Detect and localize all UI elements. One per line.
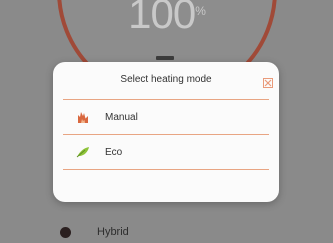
mode-option-manual[interactable]: Manual [63, 100, 269, 134]
radio-dot-icon [60, 226, 71, 238]
leaf-icon [75, 145, 91, 159]
app-screen: 100% Hybrid Select heating mode Manual E… [0, 0, 333, 243]
background-mode-option-hybrid: Hybrid [60, 226, 129, 238]
background-option-label: Hybrid [97, 226, 129, 238]
mode-option-eco[interactable]: Eco [63, 135, 269, 169]
mode-option-label: Manual [105, 111, 138, 123]
dialog-header: Select heating mode [53, 62, 279, 94]
dial-minus-indicator [156, 56, 174, 60]
heating-mode-dialog: Select heating mode Manual Eco [53, 62, 279, 202]
dial-percent-value: 100 [128, 0, 196, 37]
mode-option-label: Eco [105, 146, 123, 158]
dialog-divider [63, 169, 269, 170]
close-icon[interactable] [263, 75, 273, 88]
flame-icon [75, 110, 91, 124]
dial-percent-sign: % [195, 4, 206, 18]
dialog-title: Select heating mode [120, 74, 212, 85]
dial-percent-display: 100% [0, 0, 333, 38]
